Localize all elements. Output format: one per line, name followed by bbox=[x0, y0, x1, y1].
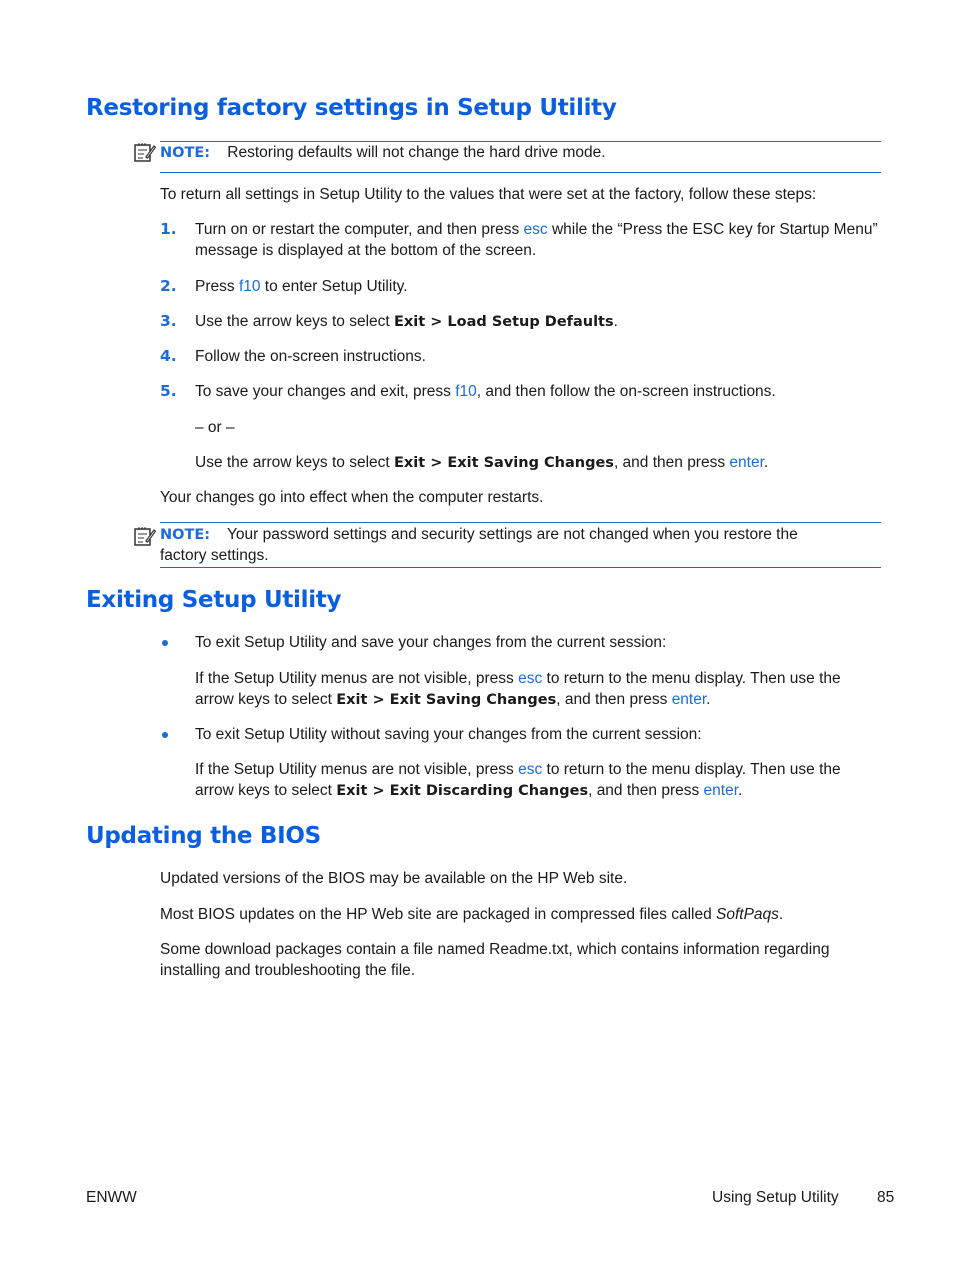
menu-path: Exit > Exit Discarding Changes bbox=[336, 783, 589, 799]
step-3: Use the arrow keys to select Exit > Load… bbox=[195, 313, 618, 330]
step-number: 2. bbox=[160, 277, 177, 295]
note-box-hard-drive-mode: NOTE: Restoring defaults will not change… bbox=[160, 141, 881, 173]
step-5: To save your changes and exit, press f10… bbox=[195, 383, 776, 400]
exit-discard-line1: If the Setup Utility menus are not visib… bbox=[195, 761, 841, 778]
restart-paragraph: Your changes go into effect when the com… bbox=[160, 489, 544, 506]
heading-exiting-setup-utility: Exiting Setup Utility bbox=[86, 587, 342, 613]
key-f10: f10 bbox=[455, 383, 477, 400]
key-enter: enter bbox=[729, 454, 764, 471]
key-esc: esc bbox=[523, 221, 548, 238]
menu-path: Exit > Exit Saving Changes bbox=[336, 692, 557, 708]
page-number: 85 bbox=[877, 1189, 895, 1206]
key-enter: enter bbox=[703, 782, 739, 799]
menu-path: Exit > Load Setup Defaults bbox=[394, 314, 614, 330]
step-1: Turn on or restart the computer, and the… bbox=[195, 221, 878, 238]
footer-section-title: Using Setup Utility bbox=[712, 1189, 839, 1206]
note-icon bbox=[134, 143, 156, 162]
key-enter: enter bbox=[671, 691, 707, 708]
or-separator: – or – bbox=[195, 419, 235, 436]
step-number: 4. bbox=[160, 347, 177, 365]
bullet-icon bbox=[162, 640, 168, 646]
menu-path: Exit > Exit Saving Changes bbox=[394, 455, 614, 471]
note-text: Your password settings and security sett… bbox=[227, 526, 798, 543]
bios-paragraph-1: Updated versions of the BIOS may be avai… bbox=[160, 870, 628, 887]
bios-paragraph-2: Most BIOS updates on the HP Web site are… bbox=[160, 906, 784, 923]
bullet-icon bbox=[162, 732, 168, 738]
bullet-discard-changes: To exit Setup Utility without saving you… bbox=[195, 726, 702, 743]
exit-save-line2: arrow keys to select Exit > Exit Saving … bbox=[195, 691, 711, 708]
bios-paragraph-3: Some download packages contain a file na… bbox=[160, 941, 830, 958]
step-1-line2: message is displayed at the bottom of th… bbox=[195, 242, 537, 259]
note-text: Restoring defaults will not change the h… bbox=[227, 144, 606, 161]
alt-instruction: Use the arrow keys to select Exit > Exit… bbox=[195, 454, 769, 471]
footer-left-label: ENWW bbox=[86, 1189, 137, 1206]
bios-paragraph-3-line2: installing and troubleshooting the file. bbox=[160, 962, 416, 979]
key-esc: esc bbox=[518, 761, 543, 778]
step-4: Follow the on-screen instructions. bbox=[195, 348, 426, 365]
exit-discard-line2: arrow keys to select Exit > Exit Discard… bbox=[195, 782, 743, 799]
softpaqs-term: SoftPaqs bbox=[716, 906, 779, 923]
step-number: 3. bbox=[160, 312, 177, 330]
note-label: NOTE: bbox=[160, 527, 211, 543]
exit-save-line1: If the Setup Utility menus are not visib… bbox=[195, 670, 841, 687]
step-number: 1. bbox=[160, 220, 177, 238]
step-number: 5. bbox=[160, 382, 177, 400]
note-label: NOTE: bbox=[160, 145, 211, 161]
heading-updating-bios: Updating the BIOS bbox=[86, 823, 321, 849]
heading-restoring-factory-settings: Restoring factory settings in Setup Util… bbox=[86, 95, 617, 121]
key-esc: esc bbox=[518, 670, 543, 687]
bullet-save-changes: To exit Setup Utility and save your chan… bbox=[195, 634, 667, 651]
note-text-line2: factory settings. bbox=[160, 547, 269, 564]
key-f10: f10 bbox=[238, 278, 261, 295]
note-icon bbox=[134, 527, 156, 546]
note-box-password-settings: NOTE: Your password settings and securit… bbox=[160, 522, 881, 568]
step-2: Press f10 to enter Setup Utility. bbox=[195, 278, 408, 295]
intro-paragraph: To return all settings in Setup Utility … bbox=[160, 186, 817, 203]
